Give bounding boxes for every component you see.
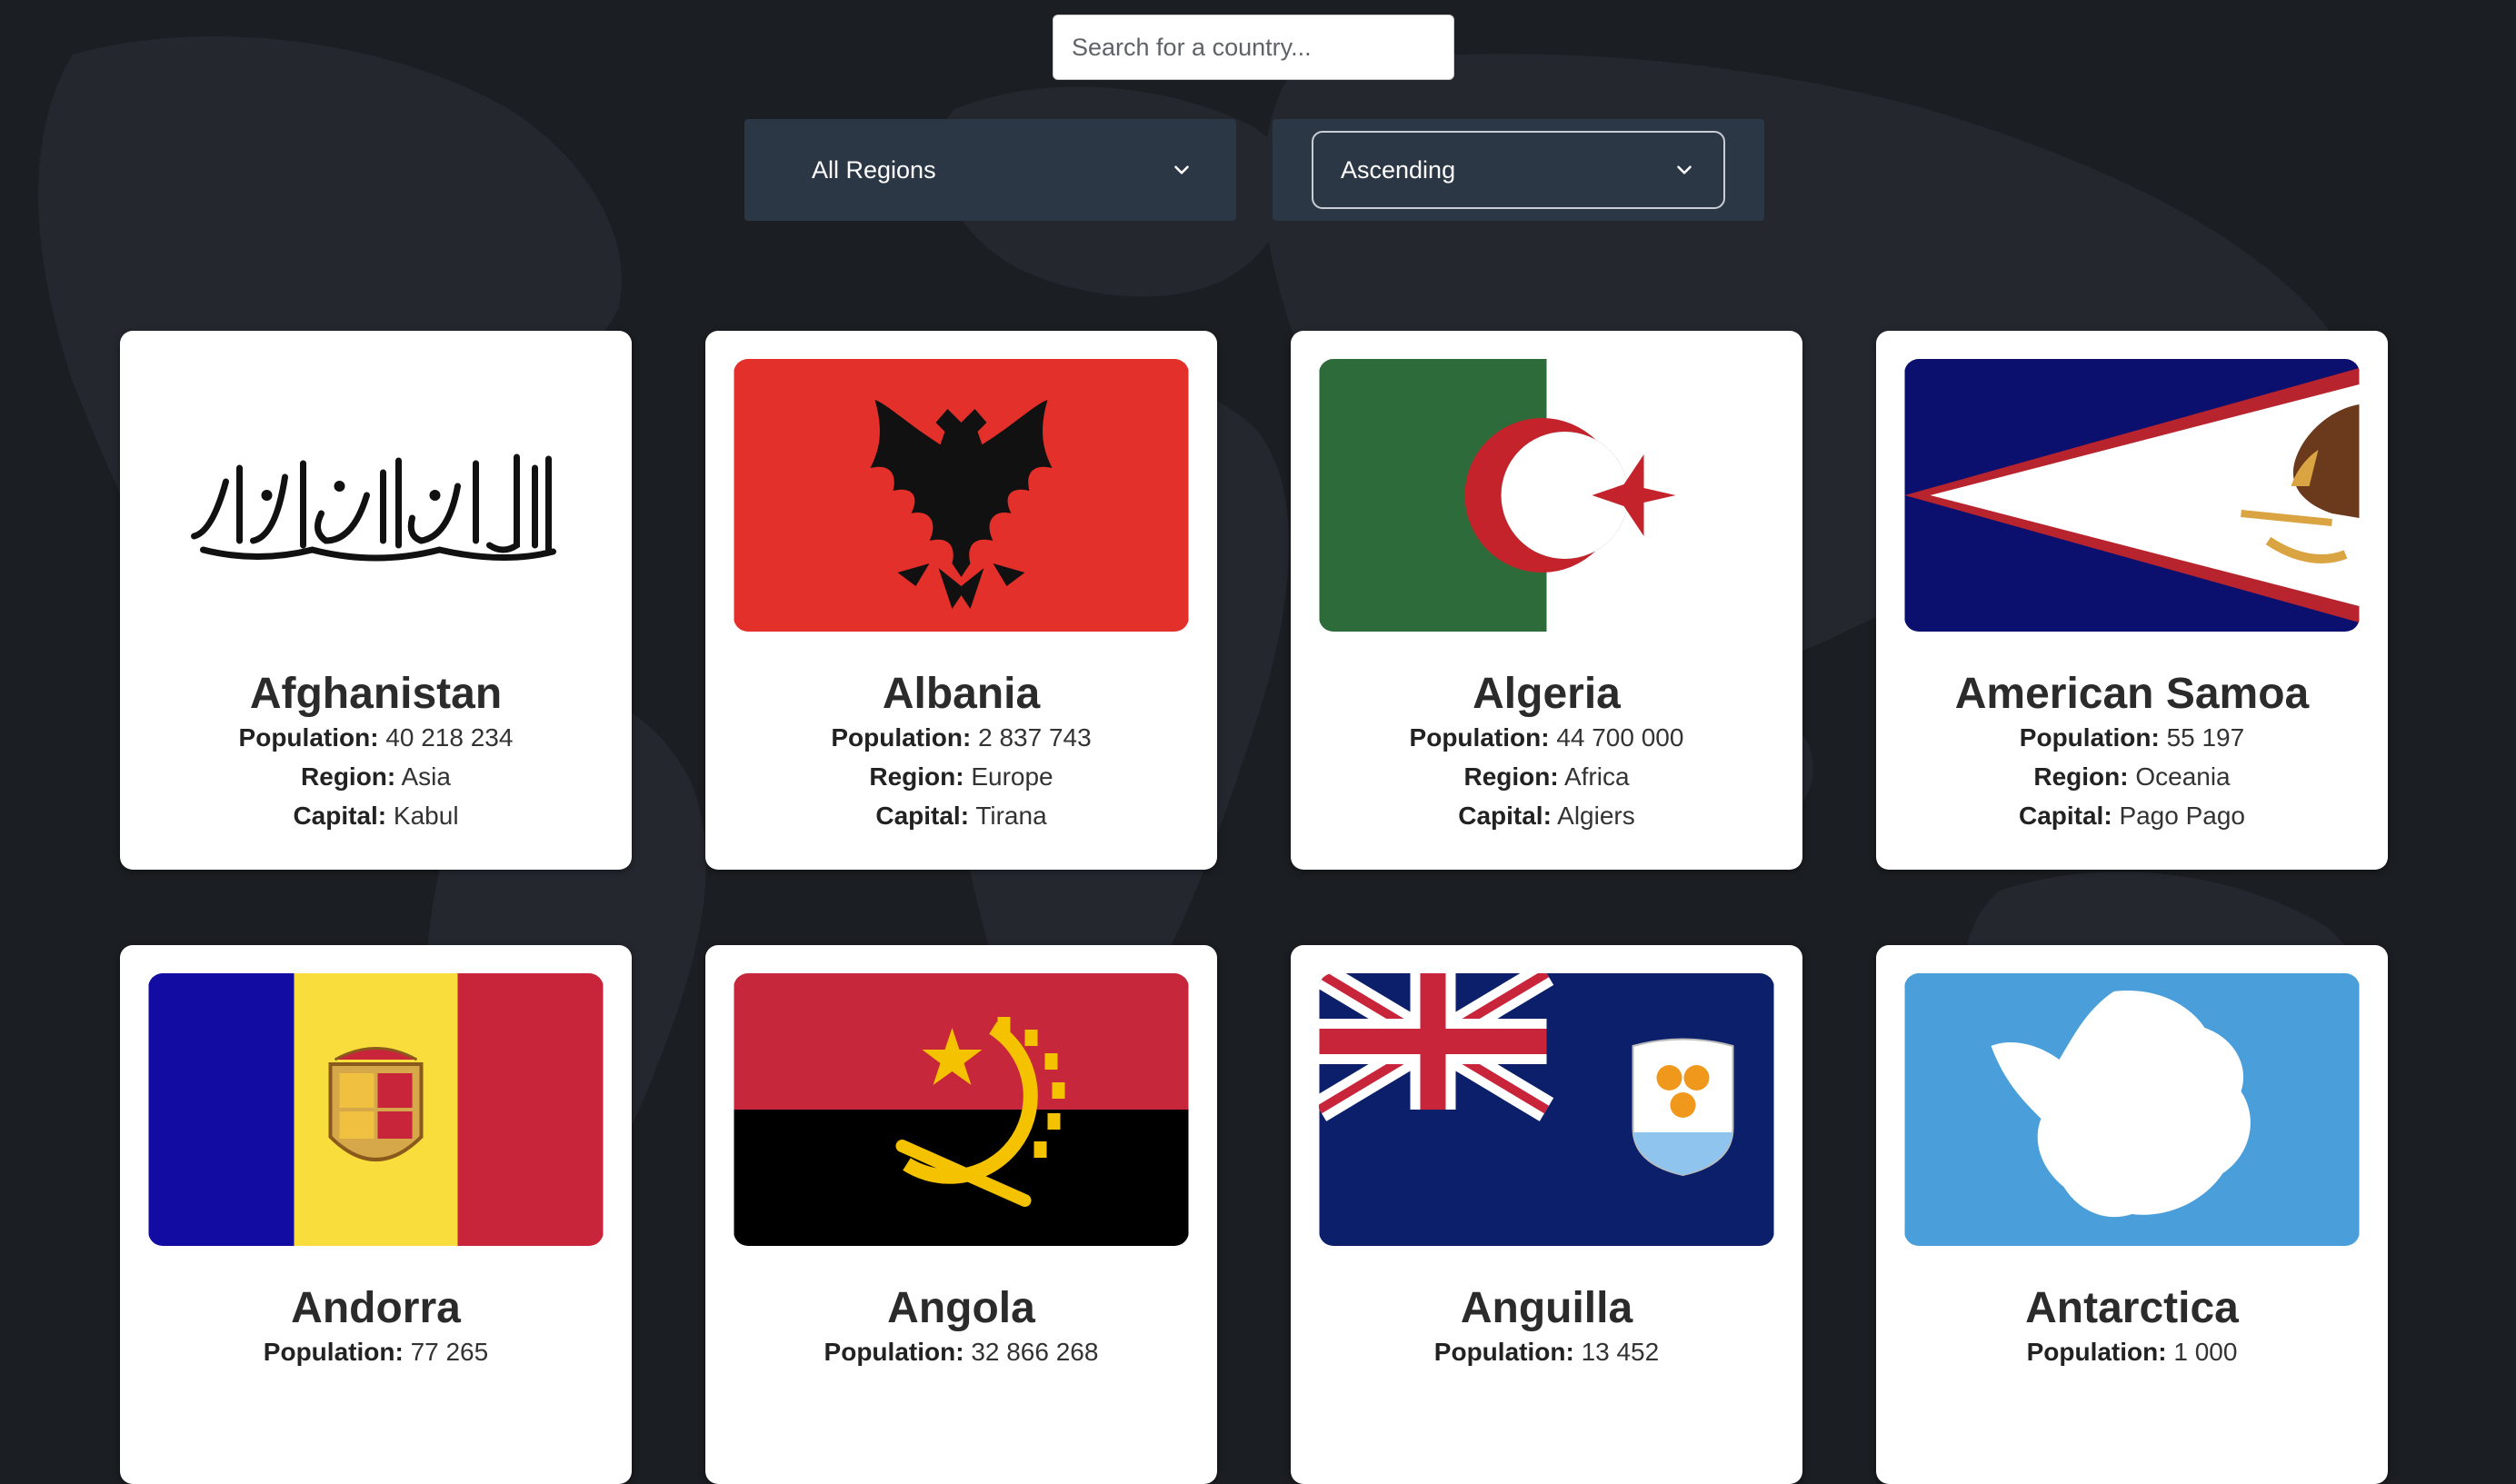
sort-order-value: Ascending xyxy=(1341,155,1456,184)
flag-algeria xyxy=(1319,359,1774,632)
country-region: Region: Oceania xyxy=(2033,762,2231,791)
flag-antarctica xyxy=(1904,973,2360,1246)
country-population: Population: 40 218 234 xyxy=(238,723,514,752)
flag-afghanistan xyxy=(148,359,604,632)
flag-american-samoa xyxy=(1904,359,2360,632)
country-name: Andorra xyxy=(291,1284,461,1332)
andorra-flag-image xyxy=(148,973,604,1246)
albania-flag-image xyxy=(734,359,1189,632)
country-card[interactable]: Algeria Population: 44 700 000 Region: A… xyxy=(1291,331,1802,870)
country-card[interactable]: Albania Population: 2 837 743 Region: Eu… xyxy=(705,331,1217,870)
anguilla-flag-image xyxy=(1319,973,1774,1246)
country-name: Albania xyxy=(882,670,1041,718)
american-samoa-flag-image xyxy=(1904,359,2360,632)
country-card[interactable]: American Samoa Population: 55 197 Region… xyxy=(1876,331,2388,870)
country-population: Population: 55 197 xyxy=(2019,723,2245,752)
country-name: American Samoa xyxy=(1954,670,2310,718)
region-filter-select[interactable]: All Regions xyxy=(812,119,1193,221)
flag-angola xyxy=(734,973,1189,1246)
country-name: Afghanistan xyxy=(249,670,503,718)
country-card[interactable]: Afghanistan Population: 40 218 234 Regio… xyxy=(120,331,632,870)
flag-albania xyxy=(734,359,1189,632)
country-name: Algeria xyxy=(1473,670,1621,718)
country-capital: Capital: Pago Pago xyxy=(2018,802,2246,830)
shahada-flag-image xyxy=(191,453,556,562)
antarctica-flag-image xyxy=(1904,973,2360,1246)
country-population: Population: 32 866 268 xyxy=(824,1338,1099,1366)
flag-andorra xyxy=(148,973,604,1246)
angola-flag-image xyxy=(734,973,1189,1246)
country-population: Population: 1 000 xyxy=(2026,1338,2238,1366)
country-grid: Afghanistan Population: 40 218 234 Regio… xyxy=(0,0,2516,1484)
country-name: Antarctica xyxy=(2025,1284,2239,1332)
chevron-down-icon xyxy=(1677,165,1692,174)
country-population: Population: 2 837 743 xyxy=(831,723,1092,752)
country-name: Angola xyxy=(887,1284,1035,1332)
country-population: Population: 13 452 xyxy=(1433,1338,1660,1366)
search-input[interactable] xyxy=(1053,15,1454,80)
country-region: Region: Europe xyxy=(869,762,1053,791)
region-filter-container: All Regions xyxy=(744,119,1236,221)
country-capital: Capital: Algiers xyxy=(1458,802,1635,830)
country-name: Anguilla xyxy=(1460,1284,1633,1332)
country-capital: Capital: Kabul xyxy=(293,802,459,830)
country-card[interactable]: Antarctica Population: 1 000 xyxy=(1876,945,2388,1484)
region-filter-value: All Regions xyxy=(812,155,936,184)
sort-filter-container: Ascending xyxy=(1273,119,1764,221)
algeria-flag-image xyxy=(1319,359,1774,632)
chevron-down-icon xyxy=(1174,165,1189,174)
sort-order-select[interactable]: Ascending xyxy=(1312,131,1725,209)
country-population: Population: 77 265 xyxy=(263,1338,489,1366)
country-capital: Capital: Tirana xyxy=(875,802,1047,830)
country-card[interactable]: Andorra Population: 77 265 xyxy=(120,945,632,1484)
country-card[interactable]: Anguilla Population: 13 452 xyxy=(1291,945,1802,1484)
flag-anguilla xyxy=(1319,973,1774,1246)
country-region: Region: Asia xyxy=(301,762,451,791)
country-region: Region: Africa xyxy=(1463,762,1630,791)
country-population: Population: 44 700 000 xyxy=(1409,723,1684,752)
country-card[interactable]: Angola Population: 32 866 268 xyxy=(705,945,1217,1484)
